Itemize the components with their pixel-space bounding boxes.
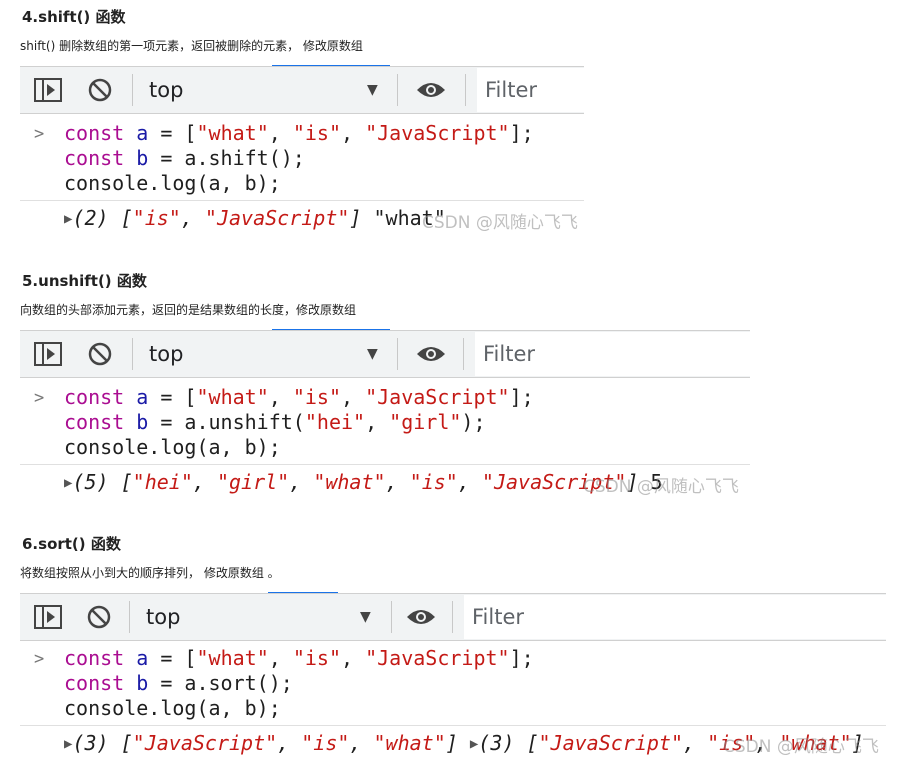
dropdown-arrow-icon: ▼ [360, 609, 371, 625]
dropdown-arrow-icon: ▼ [367, 82, 378, 98]
sidebar-toggle-icon[interactable] [34, 331, 62, 377]
clear-console-icon[interactable] [87, 594, 111, 640]
section-unshift: 5.unshift() 函数 向数组的头部添加元素，返回的是结果数组的长度，修改… [0, 270, 905, 502]
toolbar-separator [397, 74, 398, 106]
filter-placeholder: Filter [485, 78, 538, 102]
section-sort: 6.sort() 函数 将数组按照从小到大的顺序排列， 修改原数组 。 top … [0, 533, 905, 763]
expand-triangle-icon[interactable]: ▶ [64, 211, 72, 227]
toolbar-separator [129, 601, 130, 633]
context-selector[interactable]: top ▼ [146, 594, 378, 640]
filter-input[interactable]: Filter [464, 595, 886, 639]
watermark: CSDN @风随心飞飞 [422, 213, 578, 233]
output-divider [20, 200, 584, 201]
live-expression-eye-icon[interactable] [416, 67, 446, 113]
sidebar-toggle-icon[interactable] [34, 67, 62, 113]
console-toolbar: top ▼ Filter [20, 66, 584, 114]
expand-triangle-icon[interactable]: ▶ [470, 736, 478, 752]
context-selector[interactable]: top ▼ [149, 67, 385, 113]
code-block: const a = ["what", "is", "JavaScript"]; … [64, 646, 534, 720]
filter-input[interactable]: Filter [475, 332, 750, 376]
section-description: 向数组的头部添加元素，返回的是结果数组的长度，修改原数组 [20, 303, 357, 317]
output-divider [20, 464, 750, 465]
dropdown-arrow-icon: ▼ [367, 346, 378, 362]
sidebar-toggle-icon[interactable] [34, 594, 62, 640]
code-block: const a = ["what", "is", "JavaScript"]; … [64, 121, 534, 195]
section-shift: 4.shift() 函数 shift() 删除数组的第一项元素，返回被删除的元素… [0, 6, 905, 236]
prompt-chevron-icon: > [34, 124, 45, 144]
prompt-chevron-icon: > [34, 388, 45, 408]
context-label: top [149, 78, 184, 102]
watermark: CSDN @风随心飞飞 [583, 477, 739, 497]
live-expression-eye-icon[interactable] [416, 331, 446, 377]
console-output[interactable]: ▶(2) ["is", "JavaScript"] "what" [64, 206, 446, 234]
context-label: top [149, 342, 184, 366]
toolbar-separator [465, 74, 466, 106]
filter-placeholder: Filter [472, 605, 525, 629]
output-divider [20, 725, 886, 726]
filter-input[interactable]: Filter [477, 68, 584, 112]
expand-triangle-icon[interactable]: ▶ [64, 475, 72, 491]
clear-console-icon[interactable] [88, 331, 112, 377]
live-expression-eye-icon[interactable] [406, 594, 436, 640]
toolbar-separator [132, 74, 133, 106]
toolbar-separator [397, 338, 398, 370]
toolbar-separator [391, 601, 392, 633]
toolbar-separator [132, 338, 133, 370]
section-title: 5.unshift() 函数 [22, 272, 147, 290]
prompt-chevron-icon: > [34, 649, 45, 669]
console-output[interactable]: ▶(5) ["hei", "girl", "what", "is", "Java… [64, 470, 663, 498]
toolbar-separator [463, 338, 464, 370]
section-description: 将数组按照从小到大的顺序排列， 修改原数组 。 [20, 566, 280, 580]
context-selector[interactable]: top ▼ [149, 331, 385, 377]
section-description: shift() 删除数组的第一项元素，返回被删除的元素， 修改原数组 [20, 39, 363, 53]
section-title: 6.sort() 函数 [22, 535, 121, 553]
section-title: 4.shift() 函数 [22, 8, 126, 26]
console-toolbar: top ▼ Filter [20, 330, 750, 378]
code-block: const a = ["what", "is", "JavaScript"]; … [64, 385, 534, 459]
filter-placeholder: Filter [483, 342, 536, 366]
context-label: top [146, 605, 181, 629]
clear-console-icon[interactable] [88, 67, 112, 113]
watermark: CSDN @风随心飞飞 [723, 737, 879, 757]
toolbar-separator [452, 601, 453, 633]
console-toolbar: top ▼ Filter [20, 593, 886, 641]
expand-triangle-icon[interactable]: ▶ [64, 736, 72, 752]
